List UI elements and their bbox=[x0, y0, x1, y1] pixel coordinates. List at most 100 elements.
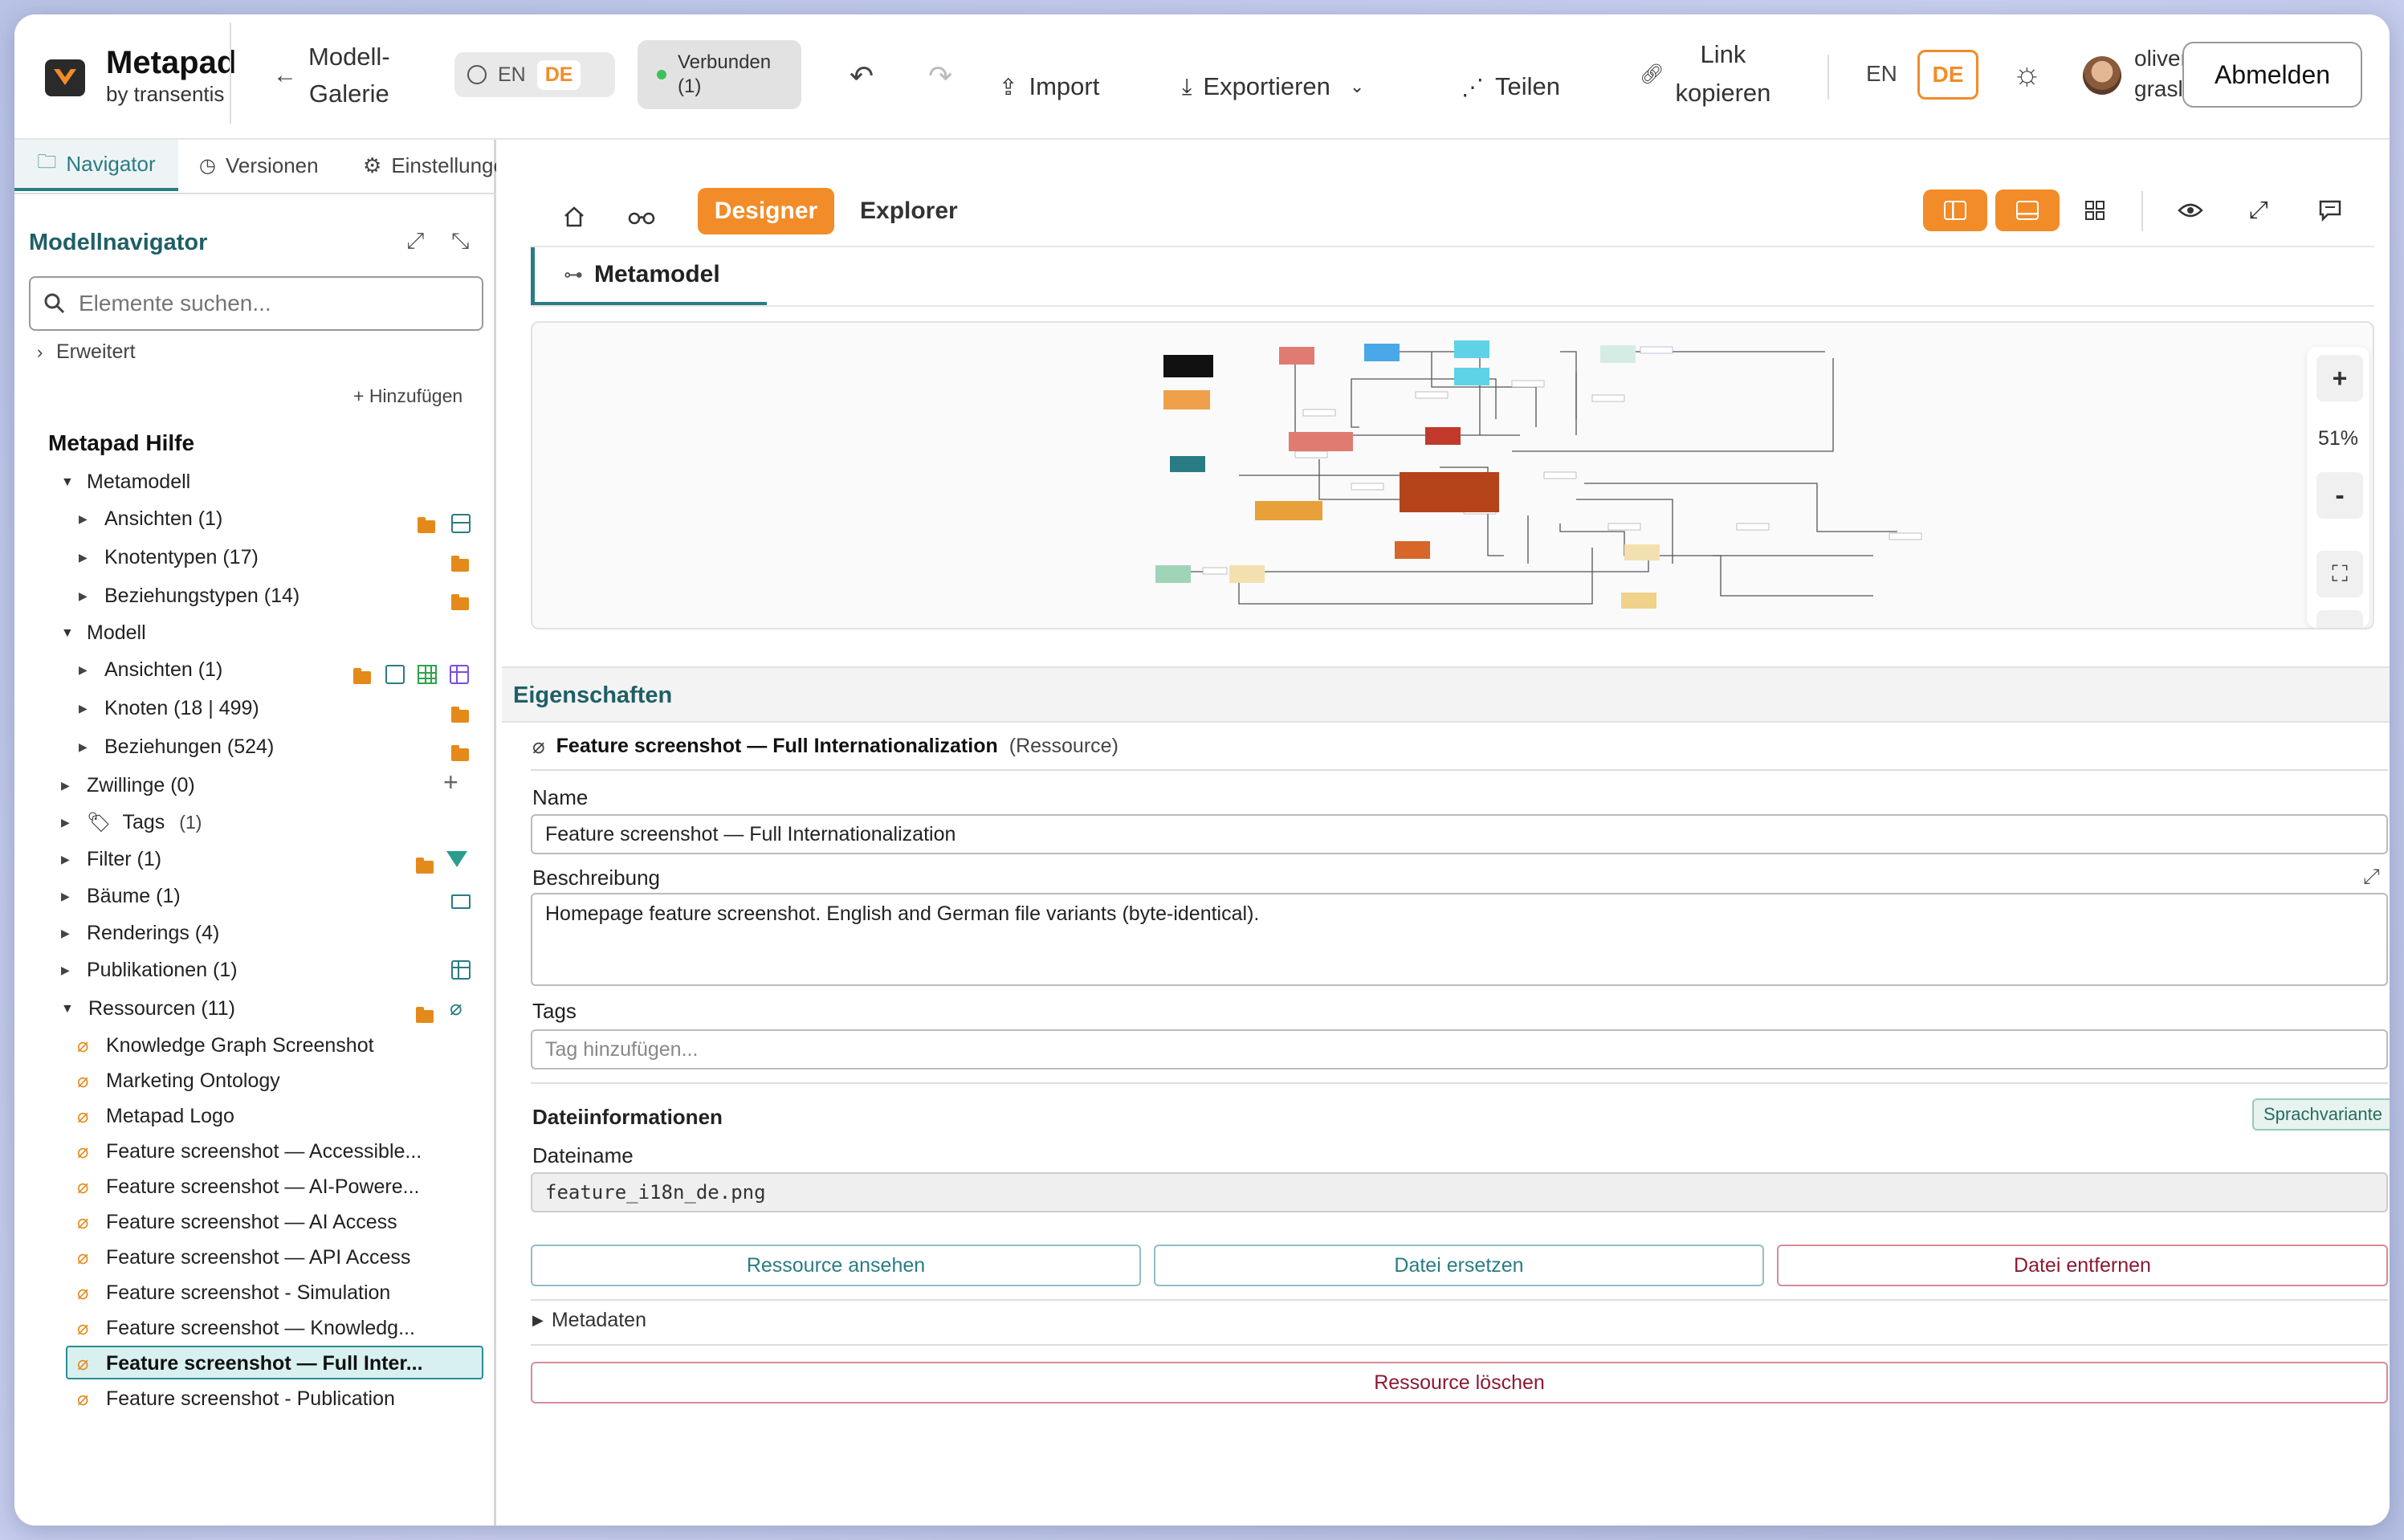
redo-icon[interactable]: ↷ bbox=[928, 59, 952, 93]
theme-toggle-icon[interactable]: ☼ bbox=[2012, 56, 2042, 92]
tree-nodes[interactable]: ▶ Knoten (18 | 499) bbox=[79, 697, 259, 720]
avatar[interactable] bbox=[2083, 56, 2121, 95]
delete-resource-button[interactable]: Ressource löschen bbox=[531, 1362, 2388, 1404]
fit-view-button[interactable]: ⛶ bbox=[2316, 551, 2363, 597]
glasses-icon[interactable] bbox=[621, 199, 662, 234]
folder-icon[interactable] bbox=[353, 668, 371, 684]
plus-icon[interactable]: + bbox=[443, 768, 458, 797]
metamodel-tab[interactable]: ⊶ Metamodel bbox=[531, 247, 767, 305]
folder-icon[interactable] bbox=[416, 1007, 434, 1023]
resource-item-content[interactable]: ⌀ Feature screenshot — AI Access bbox=[77, 1211, 397, 1234]
expand-editor-icon[interactable]: ⤢ bbox=[2363, 864, 2380, 890]
eye-icon[interactable] bbox=[2170, 193, 2210, 228]
publication-layout-icon[interactable] bbox=[451, 960, 471, 980]
resource-item-content[interactable]: ⌀ Feature screenshot — API Access bbox=[77, 1246, 410, 1269]
name-field[interactable]: Feature screenshot — Full Internationali… bbox=[531, 814, 2388, 854]
tree-metamodel[interactable]: ▼ Metamodell bbox=[61, 471, 190, 494]
ui-lang-en[interactable]: EN bbox=[1866, 61, 1897, 87]
chevron-right-icon: › bbox=[37, 341, 43, 362]
tab-bar-underline bbox=[531, 305, 2374, 307]
dashboard-icon[interactable] bbox=[450, 665, 469, 684]
view-layout-icon[interactable] bbox=[385, 665, 405, 684]
search-input[interactable] bbox=[79, 291, 464, 316]
metadata-toggle[interactable]: ▶ Metadaten bbox=[532, 1309, 646, 1332]
tree-publications[interactable]: ▶ Publikationen (1) bbox=[61, 959, 238, 982]
tree-publications-label: Publikationen (1) bbox=[87, 959, 238, 981]
caret-down-icon: ▼ bbox=[61, 1001, 74, 1016]
folder-icon[interactable] bbox=[451, 594, 469, 610]
resource-item-content[interactable]: ⌀ Feature screenshot - Simulation bbox=[77, 1281, 390, 1305]
tags-placeholder: Tag hinzufügen... bbox=[545, 1037, 699, 1061]
resource-item-content[interactable]: ⌀ Marketing Ontology bbox=[77, 1069, 280, 1093]
resource-item-content[interactable]: ⌀ Knowledge Graph Screenshot bbox=[77, 1034, 374, 1057]
replace-file-button[interactable]: Datei ersetzen bbox=[1154, 1245, 1764, 1286]
bottom-panel-toggle[interactable] bbox=[1995, 189, 2060, 231]
tree-twins[interactable]: ▶ Zwillinge (0) bbox=[61, 774, 195, 797]
view-layout-icon[interactable] bbox=[451, 514, 471, 533]
tree-node-types[interactable]: ▶ Knotentypen (17) bbox=[79, 546, 259, 569]
tree-metamodel-views[interactable]: ▶ Ansichten (1) bbox=[79, 507, 222, 531]
tree-trees[interactable]: ▶ Bäume (1) bbox=[61, 885, 181, 908]
export-button[interactable]: ⤓ Exportieren ⌄ bbox=[1182, 72, 1364, 101]
zoom-in-button[interactable]: + bbox=[2316, 355, 2363, 401]
back-to-gallery-button[interactable]: ← Modell- Galerie bbox=[273, 39, 390, 112]
logout-button[interactable]: Abmelden bbox=[2182, 42, 2362, 108]
folder-icon[interactable] bbox=[451, 745, 469, 761]
tree-model[interactable]: ▼ Modell bbox=[61, 621, 146, 645]
connection-status[interactable]: Verbunden (1) bbox=[638, 40, 801, 109]
expand-all-icon[interactable]: ⤢ bbox=[406, 228, 424, 255]
extra-control-button[interactable] bbox=[2316, 610, 2363, 628]
undo-icon[interactable]: ↶ bbox=[850, 59, 874, 93]
grid-icon[interactable] bbox=[2077, 193, 2113, 228]
arrow-left-icon: ← bbox=[273, 62, 297, 88]
remove-file-button[interactable]: Datei entfernen bbox=[1777, 1245, 2388, 1286]
left-panel-toggle[interactable] bbox=[1923, 189, 1987, 231]
home-icon[interactable] bbox=[556, 199, 592, 234]
designer-tab[interactable]: Designer bbox=[698, 188, 834, 234]
tree-filter[interactable]: ▶ Filter (1) bbox=[61, 848, 161, 871]
advanced-toggle[interactable]: › Erweitert bbox=[37, 340, 136, 364]
tab-settings[interactable]: ⚙ Einstellungen bbox=[363, 140, 496, 191]
tree-relations[interactable]: ▶ Beziehungen (524) bbox=[79, 735, 274, 759]
folder-icon[interactable] bbox=[451, 707, 469, 723]
tree-relation-types[interactable]: ▶ Beziehungstypen (14) bbox=[79, 585, 299, 608]
resource-item-content[interactable]: ⌀ Feature screenshot — Full Inter... bbox=[77, 1352, 423, 1375]
resource-item-content[interactable]: ⌀ Metapad Logo bbox=[77, 1105, 234, 1128]
collapse-all-icon[interactable]: ⤡ bbox=[451, 228, 469, 255]
filter-icon[interactable] bbox=[446, 851, 467, 867]
tab-versions[interactable]: ◷ Versionen bbox=[199, 140, 319, 191]
graph-canvas[interactable]: + 51% - ⛶ bbox=[531, 321, 2374, 629]
folder-icon[interactable] bbox=[418, 517, 435, 533]
table-icon[interactable] bbox=[418, 665, 437, 684]
lang-de-option[interactable]: DE bbox=[536, 59, 581, 90]
resource-item-content[interactable]: ⌀ Feature screenshot - Publication bbox=[77, 1387, 395, 1411]
tree-renderings[interactable]: ▶ Renderings (4) bbox=[61, 922, 219, 945]
comment-icon[interactable] bbox=[2310, 193, 2350, 228]
import-button[interactable]: ⇪ Import bbox=[999, 72, 1099, 101]
tree-tags[interactable]: ▶ 🏷︎ Tags (1) bbox=[61, 811, 202, 834]
ui-lang-de[interactable]: DE bbox=[1917, 50, 1978, 100]
resource-item-content[interactable]: ⌀ Feature screenshot — Knowledg... bbox=[77, 1317, 415, 1340]
tab-navigator[interactable]: 🗀︎ Navigator bbox=[14, 140, 178, 191]
resource-item-content[interactable]: ⌀ Feature screenshot — AI-Powere... bbox=[77, 1175, 419, 1199]
paperclip-icon[interactable]: ⌀ bbox=[450, 996, 462, 1021]
search-box[interactable] bbox=[29, 276, 483, 331]
paperclip-icon: ⌀ bbox=[77, 1176, 89, 1198]
folder-outline-icon[interactable] bbox=[451, 894, 471, 909]
share-button[interactable]: ⋰ Teilen bbox=[1461, 72, 1560, 101]
tree-resources[interactable]: ▼ Ressourcen (11) bbox=[61, 997, 235, 1021]
lang-en-option[interactable]: EN bbox=[498, 63, 526, 87]
tree-model-views[interactable]: ▶ Ansichten (1) bbox=[79, 658, 222, 682]
view-resource-button[interactable]: Ressource ansehen bbox=[531, 1245, 1141, 1286]
explorer-tab[interactable]: Explorer bbox=[860, 198, 958, 225]
zoom-out-button[interactable]: - bbox=[2316, 472, 2363, 519]
copy-link-button[interactable]: 🔗︎ Link kopieren bbox=[1640, 35, 1770, 112]
folder-icon[interactable] bbox=[451, 556, 469, 572]
paperclip-icon: ⌀ bbox=[77, 1388, 89, 1410]
folder-icon[interactable] bbox=[416, 858, 434, 874]
fullscreen-icon[interactable]: ⤢ bbox=[2241, 193, 2276, 228]
resource-item-content[interactable]: ⌀ Feature screenshot — Accessible... bbox=[77, 1140, 422, 1163]
description-field[interactable]: Homepage feature screenshot. English and… bbox=[531, 893, 2388, 986]
tags-input[interactable]: Tag hinzufügen... bbox=[531, 1029, 2388, 1069]
add-button[interactable]: + Hinzufügen bbox=[353, 385, 462, 407]
